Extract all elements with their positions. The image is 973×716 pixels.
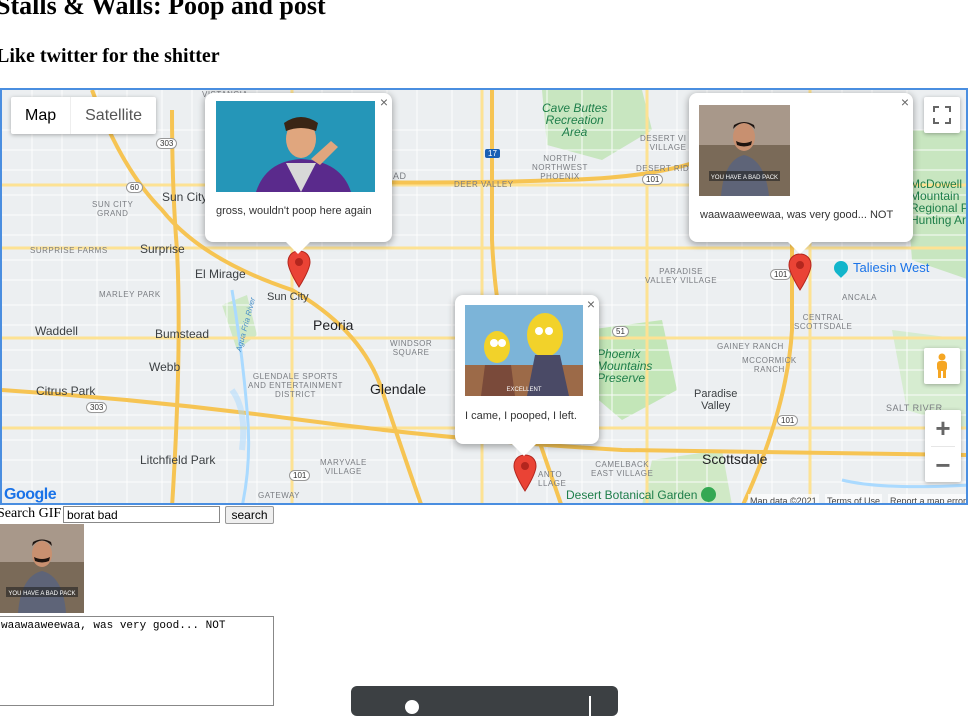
map-label-desert-view: DESERT VI VILLAGE — [640, 134, 687, 152]
route-shield-303: 303 — [86, 402, 108, 413]
map-poi-desert-botanical[interactable]: Desert Botanical Garden — [566, 487, 717, 502]
street-view-button[interactable] — [924, 348, 960, 384]
map-label-paradise-valley: Paradise Valley — [694, 388, 738, 412]
info-window-caption: waawaaweewaa, was very good... NOT — [700, 209, 894, 221]
zoom-out-button[interactable]: − — [925, 447, 961, 483]
info-window: × YOU HAVE A BAD PACK waawaaweewaa, was … — [689, 93, 913, 254]
map-label-desert-ridge: DESERT RID — [636, 164, 690, 173]
post-textarea[interactable]: waawaaweewaa, was very good... NOT — [0, 616, 274, 706]
map-label-gateway: GATEWAY — [258, 491, 301, 500]
map-label-peoria: Peoria — [313, 317, 354, 333]
map-label-central-scottsdale: CENTRAL SCOTTSDALE — [794, 313, 853, 331]
gif-image: YOU HAVE A BAD PACK — [699, 105, 790, 196]
fullscreen-button[interactable] — [924, 97, 960, 133]
map-label-taliesin: Taliesin West — [853, 260, 930, 275]
page-subtitle: Like twitter for the shitter — [0, 45, 220, 67]
map-type-control: Map Satellite — [11, 97, 157, 134]
search-button[interactable]: search — [225, 506, 274, 524]
map-label-scottsdale: Scottsdale — [702, 451, 768, 467]
info-window: × gross, wouldn't poop here again — [205, 93, 392, 254]
google-logo: Google — [4, 486, 57, 503]
info-window-tail — [286, 242, 310, 254]
info-window-caption: gross, wouldn't poop here again — [216, 205, 372, 217]
map-label-windsor: WINDSOR SQUARE — [390, 339, 433, 357]
zoom-control: + − — [925, 410, 961, 482]
gif-caption-text: YOU HAVE A BAD PACK — [8, 591, 75, 597]
gif-image: EXCELLENT — [465, 305, 583, 396]
map-label-surprise-farms: SURPRISE FARMS — [30, 246, 108, 255]
terms-of-use-link[interactable]: Terms of Use — [825, 494, 883, 503]
map-label-mcdowell: McDowell Mountain Regional Par Hunting A… — [910, 177, 968, 227]
map-label-sun-city-grand: SUN CITY GRAND — [92, 200, 134, 218]
map-type-map-button[interactable]: Map — [11, 97, 70, 134]
map-label-gainey: GAINEY RANCH — [717, 342, 784, 351]
map-label-surprise: Surprise — [140, 242, 185, 256]
info-window-caption: I came, I pooped, I left. — [465, 410, 577, 422]
map[interactable]: VISTANCIA Cave Buttes Recreation Area DE… — [0, 88, 968, 505]
post-button-mark — [589, 696, 591, 716]
close-icon[interactable]: × — [587, 297, 595, 311]
poi-pin-icon — [831, 257, 851, 278]
post-button-icon — [405, 700, 419, 714]
map-label-mccormick: MCCORMICK RANCH — [742, 356, 797, 374]
gif-caption-text: EXCELLENT — [506, 387, 541, 393]
map-label-bumstead: Bumstead — [155, 327, 210, 341]
pegman-icon — [937, 353, 947, 378]
gif-caption-text: YOU HAVE A BAD PACK — [711, 175, 778, 181]
map-type-satellite-button[interactable]: Satellite — [70, 97, 156, 134]
map-label-glendale: Glendale — [370, 381, 427, 397]
map-marker[interactable] — [788, 253, 812, 291]
map-label-litchfield: Litchfield Park — [140, 453, 216, 467]
map-label-phoenix-mountains: Phoenix Mountains Preserve — [597, 347, 653, 385]
route-shield-101: 101 — [642, 174, 664, 185]
map-poi-taliesin[interactable]: Taliesin West — [831, 257, 930, 278]
gif-image — [216, 101, 375, 192]
info-window-tail — [788, 242, 812, 254]
map-label-paradise-valley-village: PARADISE VALLEY VILLAGE — [645, 267, 718, 285]
page-title: Stalls & Walls: Poop and post — [0, 0, 326, 20]
map-label-citrus-park: Citrus Park — [36, 384, 96, 398]
map-label-maryvale: MARYVALE VILLAGE — [320, 458, 367, 476]
map-label-webb: Webb — [149, 360, 181, 374]
map-label-deer-valley: DEER VALLEY — [454, 180, 514, 189]
map-label-cave-buttes: Cave Buttes Recreation Area — [542, 101, 608, 139]
map-label-waddell: Waddell — [35, 324, 78, 338]
map-label-ancala: ANCALA — [842, 293, 878, 302]
route-shield-51: 51 — [612, 326, 629, 337]
map-label-el-mirage: El Mirage — [195, 267, 246, 281]
map-data-attribution: Map data ©2021 — [748, 494, 819, 503]
map-marker[interactable] — [513, 454, 537, 492]
map-label-desert-botanical: Desert Botanical Garden — [566, 487, 698, 502]
selected-gif-image[interactable]: YOU HAVE A BAD PACK — [0, 524, 84, 613]
close-icon[interactable]: × — [380, 95, 388, 109]
report-map-error-link[interactable]: Report a map error — [888, 494, 966, 503]
info-window-tail — [512, 444, 536, 456]
map-label-santo: ANTO LLAGE — [538, 470, 567, 488]
search-gif-input[interactable] — [63, 506, 220, 523]
zoom-in-button[interactable]: + — [925, 410, 961, 446]
garden-icon — [701, 487, 717, 502]
google-logo-text: Google — [4, 486, 57, 503]
info-window: × EXCELLENT I came, I pooped, I left. — [455, 295, 599, 456]
fullscreen-icon — [933, 106, 951, 124]
map-label-glendale-sports: GLENDALE SPORTS AND ENTERTAINMENT DISTRI… — [248, 372, 343, 399]
search-gif-label: Search GIF — [0, 506, 62, 521]
route-shield-60: 60 — [126, 182, 143, 193]
map-label-sun-city-2: Sun City — [267, 291, 309, 303]
route-shield-101: 101 — [289, 470, 311, 481]
map-marker[interactable] — [287, 250, 311, 288]
post-button[interactable] — [351, 686, 618, 716]
map-label-marley-park: MARLEY PARK — [99, 290, 161, 299]
close-icon[interactable]: × — [901, 95, 909, 109]
route-shield-17: 17 — [485, 149, 500, 158]
route-shield-101: 101 — [777, 415, 799, 426]
map-label-ad: AD — [393, 171, 407, 181]
map-label-camelback: CAMELBACK EAST VILLAGE — [591, 460, 654, 478]
map-label-sun-city-1: Sun City — [162, 190, 208, 204]
route-shield-303: 303 — [156, 138, 178, 149]
map-label-north-phoenix: NORTH/ NORTHWEST PHOENIX — [532, 154, 588, 181]
